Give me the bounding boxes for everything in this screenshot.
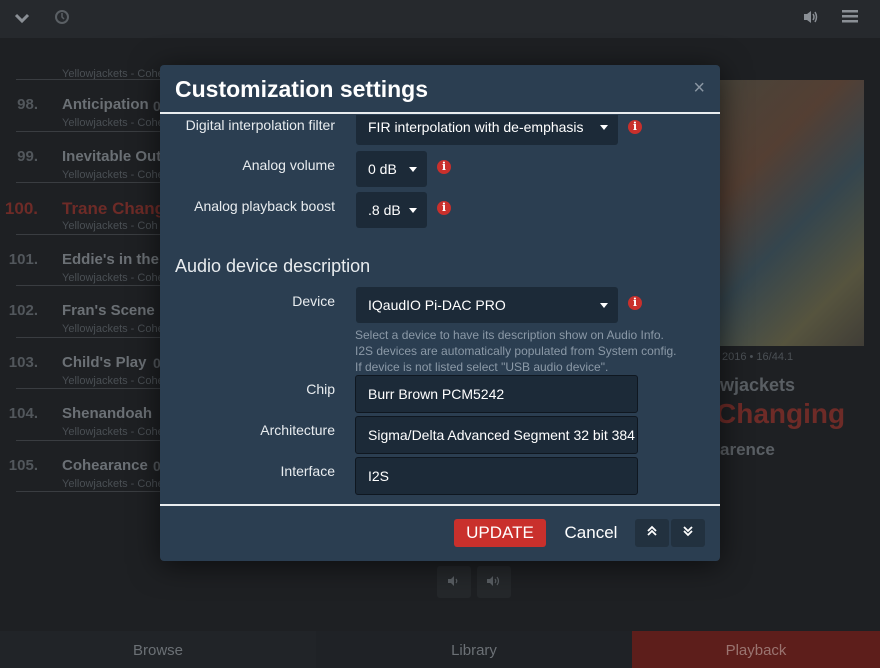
- track-title: Trane Chang: [62, 199, 165, 218]
- track-subtitle: Yellowjackets - Cohe: [62, 426, 164, 438]
- volume-up-button[interactable]: [477, 566, 511, 598]
- playlist-item[interactable]: 103. Child's Play Yellowjackets - Cohe: [9, 338, 166, 389]
- header-divider: [160, 112, 720, 114]
- top-bar: [0, 0, 880, 38]
- track-subtitle: Yellowjackets - Cohe: [62, 323, 164, 335]
- device-select[interactable]: IQaudIO Pi-DAC PRO: [356, 287, 618, 323]
- interp-filter-label: Digital interpolation filter: [185, 117, 335, 133]
- playlist-item[interactable]: 101. Eddie's in the He Yellowjackets - C…: [9, 235, 182, 286]
- playlist-item[interactable]: 102. Fran's Scene Yellowjackets - Cohe: [9, 286, 166, 338]
- hamburger-menu-icon[interactable]: [840, 9, 860, 29]
- album-art: [718, 80, 864, 346]
- now-playing-artist: wjackets: [720, 375, 796, 395]
- track-number: 98.: [17, 96, 38, 113]
- track-subtitle: Yellowjackets - Cohe: [62, 477, 164, 490]
- clock-icon[interactable]: [52, 9, 72, 29]
- close-icon[interactable]: ×: [693, 77, 705, 100]
- info-icon[interactable]: i: [437, 160, 451, 174]
- track-title: Cohearance: [62, 456, 148, 474]
- track-number: 100.: [4, 199, 38, 218]
- track-subtitle: Yellowjackets - Cohe: [62, 168, 164, 181]
- customization-modal: Customization settings × Digital interpo…: [160, 65, 720, 561]
- tab-browse[interactable]: Browse: [0, 631, 316, 668]
- interface-label: Interface: [280, 463, 335, 479]
- track-number: 105.: [8, 456, 38, 474]
- caret-down-icon: [600, 125, 608, 130]
- info-icon[interactable]: i: [628, 120, 642, 134]
- track-title: Anticipation: [62, 96, 149, 113]
- device-label: Device: [292, 293, 335, 309]
- scroll-down-button[interactable]: [671, 519, 705, 547]
- track-number: 103.: [8, 353, 38, 371]
- help-line: I2S devices are automatically populated …: [355, 344, 677, 358]
- track-number: 101.: [8, 250, 38, 268]
- interp-filter-select[interactable]: FIR interpolation with de-emphasis: [356, 115, 618, 145]
- section-title: Audio device description: [175, 256, 371, 276]
- track-subtitle: Yellowjackets - Cohe: [62, 374, 164, 387]
- caret-down-icon: [409, 208, 417, 213]
- analog-volume-value: 0 dB: [368, 161, 397, 177]
- analog-volume-label: Analog volume: [242, 157, 335, 173]
- tab-library[interactable]: Library: [316, 631, 632, 668]
- cancel-button[interactable]: Cancel: [556, 519, 626, 547]
- chip-label: Chip: [306, 381, 335, 397]
- playlist: 98. Anticipation Yellowjackets - Cohe 99…: [5, 79, 182, 492]
- tab-playback[interactable]: Playback: [632, 631, 880, 668]
- now-playing-track: Changing: [716, 398, 846, 429]
- interp-filter-value: FIR interpolation with de-emphasis: [368, 119, 584, 135]
- caret-down-icon: [409, 167, 417, 172]
- volume-down-button[interactable]: [437, 566, 471, 598]
- double-chevron-up-icon: [647, 525, 657, 536]
- boost-label: Analog playback boost: [194, 198, 335, 214]
- device-value: IQaudIO Pi-DAC PRO: [368, 297, 506, 313]
- chip-field[interactable]: Burr Brown PCM5242: [355, 375, 638, 413]
- info-icon[interactable]: i: [437, 201, 451, 215]
- playlist-item[interactable]: 104. Shenandoah Yellowjackets - Cohe: [9, 389, 166, 441]
- double-chevron-down-icon: [683, 526, 693, 537]
- track-subtitle: Yellowjackets - Cohe: [62, 117, 164, 129]
- bottom-tabs: Browse Library Playback: [0, 631, 880, 668]
- info-icon[interactable]: i: [628, 296, 642, 310]
- modal-body: Digital interpolation filter FIR interpo…: [160, 115, 720, 505]
- track-subtitle: Yellowjackets - Cohe: [62, 271, 164, 284]
- track-number: 104.: [8, 405, 38, 422]
- architecture-field[interactable]: Sigma/Delta Advanced Segment 32 bit 384 …: [355, 416, 638, 454]
- playlist-item[interactable]: 98. Anticipation Yellowjackets - Cohe: [16, 80, 166, 132]
- architecture-label: Architecture: [260, 422, 335, 438]
- track-meta: 2016 • 16/44.1: [722, 351, 794, 363]
- track-title: Inevitable Outc: [62, 147, 170, 165]
- now-playing-album: arence: [720, 440, 775, 459]
- playlist-item[interactable]: 105. Cohearance Yellowjackets - Cohe: [9, 441, 166, 492]
- help-line: If device is not listed select "USB audi…: [355, 360, 609, 374]
- device-help: Select a device to have its description …: [355, 327, 705, 375]
- track-title: Fran's Scene: [62, 302, 155, 319]
- volume-icon[interactable]: [801, 9, 821, 29]
- boost-select[interactable]: .8 dB: [356, 192, 427, 228]
- playlist-item[interactable]: 99. Inevitable Outc Yellowjackets - Cohe: [16, 132, 170, 183]
- chevron-down-icon[interactable]: [12, 9, 32, 29]
- volume-down-icon: [448, 576, 458, 586]
- scroll-up-button[interactable]: [635, 519, 669, 547]
- playlist-item-active[interactable]: 100. Trane Chang Yellowjackets - Coh: [5, 183, 166, 235]
- modal-title: Customization settings: [175, 76, 429, 102]
- volume-up-icon: [487, 576, 500, 586]
- track-number: 99.: [17, 147, 38, 165]
- track-title: Shenandoah: [62, 405, 153, 422]
- update-button[interactable]: UPDATE: [454, 519, 546, 547]
- footer-divider: [160, 504, 720, 506]
- track-title: Child's Play: [62, 353, 147, 371]
- analog-volume-select[interactable]: 0 dB: [356, 151, 427, 187]
- track-subtitle: Yellowjackets - Coh: [62, 220, 158, 232]
- boost-value: .8 dB: [368, 202, 401, 218]
- interface-field[interactable]: I2S: [355, 457, 638, 495]
- caret-down-icon: [600, 303, 608, 308]
- help-line: Select a device to have its description …: [355, 328, 664, 342]
- track-number: 102.: [8, 302, 38, 319]
